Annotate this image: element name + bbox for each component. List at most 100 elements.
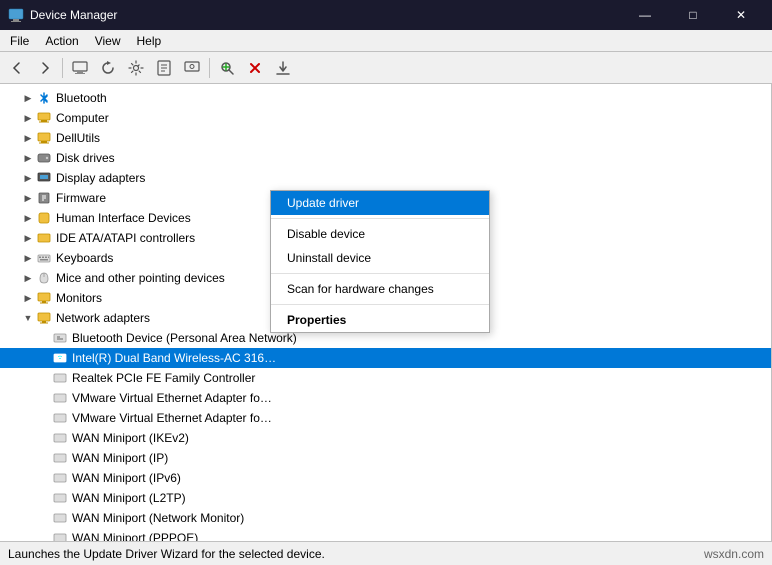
networkadapters-label: Network adapters: [56, 311, 150, 325]
window-controls: — □ ✕: [622, 0, 764, 30]
wan-nm-icon: [52, 510, 68, 526]
bluetooth-label: Bluetooth: [56, 91, 107, 105]
intel-wifi-icon: [52, 350, 68, 366]
wan-l2tp-icon: [52, 490, 68, 506]
expand-hid[interactable]: ▶: [20, 210, 36, 226]
monitors-label: Monitors: [56, 291, 102, 305]
window-title: Device Manager: [30, 8, 622, 22]
ide-label: IDE ATA/ATAPI controllers: [56, 231, 195, 245]
ctx-update-driver[interactable]: Update driver: [271, 191, 489, 215]
tree-item-wan-l2tp[interactable]: WAN Miniport (L2TP): [0, 488, 771, 508]
tree-item-computer[interactable]: ▶ Computer: [0, 108, 771, 128]
tree-item-wan-pppoe[interactable]: WAN Miniport (PPPOE): [0, 528, 771, 541]
toolbar-computer[interactable]: [67, 55, 93, 81]
tree-item-wan-ipv6[interactable]: WAN Miniport (IPv6): [0, 468, 771, 488]
displayadapters-label: Display adapters: [56, 171, 145, 185]
computer-label: Computer: [56, 111, 109, 125]
bt-pan-icon: [52, 330, 68, 346]
ctx-scan-changes[interactable]: Scan for hardware changes: [271, 277, 489, 301]
expand-ide[interactable]: ▶: [20, 230, 36, 246]
expand-firmware[interactable]: ▶: [20, 190, 36, 206]
monitors-icon: [36, 290, 52, 306]
toolbar-monitor[interactable]: [179, 55, 205, 81]
bluetooth-icon: [36, 90, 52, 106]
ctx-uninstall-device[interactable]: Uninstall device: [271, 246, 489, 270]
minimize-button[interactable]: —: [622, 0, 668, 30]
expand-monitors[interactable]: ▶: [20, 290, 36, 306]
toolbar-forward[interactable]: [32, 55, 58, 81]
expand-dellutils[interactable]: ▶: [20, 130, 36, 146]
expand-keyboards[interactable]: ▶: [20, 250, 36, 266]
tree-item-diskdrives[interactable]: ▶ Disk drives: [0, 148, 771, 168]
tree-item-intel-wifi[interactable]: Intel(R) Dual Band Wireless-AC 316…: [0, 348, 771, 368]
wan-nm-label: WAN Miniport (Network Monitor): [72, 511, 244, 525]
toolbar-refresh[interactable]: [95, 55, 121, 81]
hid-label: Human Interface Devices: [56, 211, 191, 225]
status-text: Launches the Update Driver Wizard for th…: [8, 547, 325, 561]
toolbar-download[interactable]: [270, 55, 296, 81]
status-right: wsxdn.com: [704, 547, 764, 561]
menu-bar: File Action View Help: [0, 30, 772, 52]
maximize-button[interactable]: □: [670, 0, 716, 30]
vmware1-label: VMware Virtual Ethernet Adapter fo…: [72, 391, 272, 405]
close-button[interactable]: ✕: [718, 0, 764, 30]
toolbar-scan-add[interactable]: [214, 55, 240, 81]
hid-icon: [36, 210, 52, 226]
realtek-label: Realtek PCIe FE Family Controller: [72, 371, 255, 385]
toolbar-properties[interactable]: [151, 55, 177, 81]
displayadapters-icon: [36, 170, 52, 186]
expand-networkadapters[interactable]: ▼: [20, 310, 36, 326]
wan-pppoe-label: WAN Miniport (PPPOE): [72, 531, 198, 541]
tree-item-vmware2[interactable]: VMware Virtual Ethernet Adapter fo…: [0, 408, 771, 428]
app-icon: [8, 7, 24, 23]
tree-item-realtek[interactable]: Realtek PCIe FE Family Controller: [0, 368, 771, 388]
wan-ipv6-icon: [52, 470, 68, 486]
ctx-disable-device[interactable]: Disable device: [271, 222, 489, 246]
title-bar: Device Manager — □ ✕: [0, 0, 772, 30]
intel-wifi-label: Intel(R) Dual Band Wireless-AC 316…: [72, 351, 276, 365]
status-bar: Launches the Update Driver Wizard for th…: [0, 541, 772, 565]
menu-file[interactable]: File: [2, 30, 37, 51]
wan-ipv6-label: WAN Miniport (IPv6): [72, 471, 181, 485]
tree-item-wan-ip[interactable]: WAN Miniport (IP): [0, 448, 771, 468]
dellutils-icon: [36, 130, 52, 146]
vmware1-icon: [52, 390, 68, 406]
keyboards-label: Keyboards: [56, 251, 113, 265]
toolbar-sep-2: [209, 58, 210, 78]
mice-icon: [36, 270, 52, 286]
wan-ip-icon: [52, 450, 68, 466]
menu-help[interactable]: Help: [129, 30, 170, 51]
menu-view[interactable]: View: [87, 30, 129, 51]
wan-ikev2-icon: [52, 430, 68, 446]
toolbar-remove[interactable]: [242, 55, 268, 81]
ctx-sep-3: [271, 304, 489, 305]
expand-diskdrives[interactable]: ▶: [20, 150, 36, 166]
expand-computer[interactable]: ▶: [20, 110, 36, 126]
ctx-properties[interactable]: Properties: [271, 308, 489, 332]
toolbar-back[interactable]: [4, 55, 30, 81]
dellutils-label: DellUtils: [56, 131, 100, 145]
ctx-sep-1: [271, 218, 489, 219]
expand-displayadapters[interactable]: ▶: [20, 170, 36, 186]
expand-bluetooth[interactable]: ▶: [20, 90, 36, 106]
diskdrives-icon: [36, 150, 52, 166]
menu-action[interactable]: Action: [37, 30, 86, 51]
vmware2-icon: [52, 410, 68, 426]
toolbar-settings[interactable]: [123, 55, 149, 81]
tree-item-bluetooth[interactable]: ▶ Bluetooth: [0, 88, 771, 108]
tree-item-vmware1[interactable]: VMware Virtual Ethernet Adapter fo…: [0, 388, 771, 408]
tree-item-displayadapters[interactable]: ▶ Display adapters: [0, 168, 771, 188]
diskdrives-label: Disk drives: [56, 151, 115, 165]
wan-ikev2-label: WAN Miniport (IKEv2): [72, 431, 189, 445]
ctx-sep-2: [271, 273, 489, 274]
computer-icon: [36, 110, 52, 126]
tree-item-wan-ikev2[interactable]: WAN Miniport (IKEv2): [0, 428, 771, 448]
keyboards-icon: [36, 250, 52, 266]
wan-l2tp-label: WAN Miniport (L2TP): [72, 491, 186, 505]
wan-ip-label: WAN Miniport (IP): [72, 451, 168, 465]
tree-item-wan-nm[interactable]: WAN Miniport (Network Monitor): [0, 508, 771, 528]
wan-pppoe-icon: [52, 530, 68, 541]
tree-item-dellutils[interactable]: ▶ DellUtils: [0, 128, 771, 148]
expand-mice[interactable]: ▶: [20, 270, 36, 286]
vmware2-label: VMware Virtual Ethernet Adapter fo…: [72, 411, 272, 425]
